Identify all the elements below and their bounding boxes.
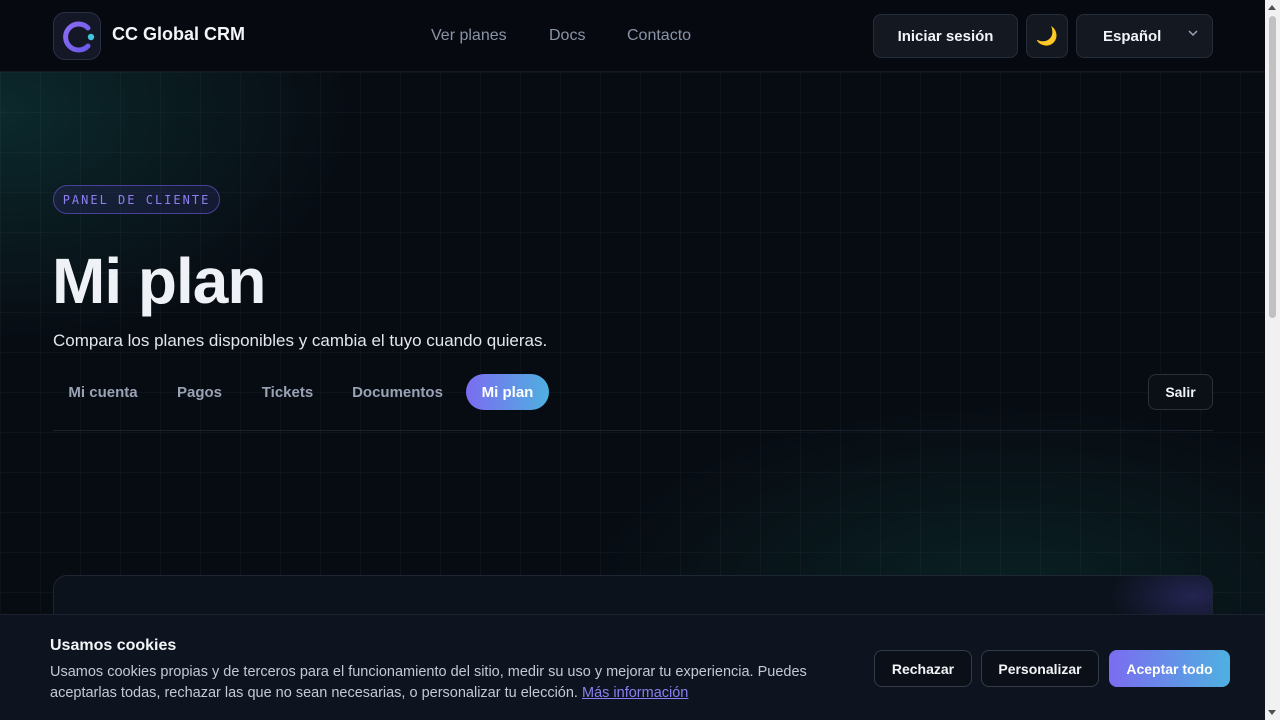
login-button[interactable]: Iniciar sesión bbox=[873, 14, 1018, 58]
cookie-title: Usamos cookies bbox=[50, 637, 177, 654]
cookie-description: Usamos cookies propias y de terceros par… bbox=[50, 664, 807, 701]
cookie-banner: Usamos cookies Usamos cookies propias y … bbox=[0, 614, 1265, 720]
scroll-down-arrow-icon[interactable] bbox=[1268, 710, 1276, 715]
tabs-divider bbox=[53, 430, 1213, 431]
language-label: Español bbox=[1103, 28, 1162, 45]
scrollbar[interactable] bbox=[1265, 0, 1280, 720]
brand-name[interactable]: CC Global CRM bbox=[112, 24, 245, 45]
scroll-up-arrow-icon[interactable] bbox=[1268, 5, 1276, 10]
nav-link-plans[interactable]: Ver planes bbox=[431, 27, 507, 45]
tab-payments[interactable]: Pagos bbox=[162, 374, 237, 410]
tab-tickets[interactable]: Tickets bbox=[247, 374, 328, 410]
cookie-text: Usamos cookies propias y de terceros par… bbox=[50, 662, 850, 704]
page-title: Mi plan bbox=[52, 245, 266, 317]
more-info-link[interactable]: Más información bbox=[582, 685, 688, 701]
accept-cookies-button[interactable]: Aceptar todo bbox=[1109, 650, 1230, 687]
scrollbar-thumb[interactable] bbox=[1269, 16, 1276, 318]
brand-logo[interactable] bbox=[53, 12, 101, 60]
nav-link-docs[interactable]: Docs bbox=[549, 27, 585, 45]
page-subtitle: Compara los planes disponibles y cambia … bbox=[53, 331, 548, 350]
tab-my-plan[interactable]: Mi plan bbox=[466, 374, 549, 410]
theme-toggle-button[interactable]: 🌙 bbox=[1026, 14, 1068, 58]
tab-my-account[interactable]: Mi cuenta bbox=[53, 374, 153, 410]
chevron-down-icon bbox=[1188, 30, 1198, 37]
section-badge: PANEL DE CLIENTE bbox=[53, 185, 220, 214]
nav-link-contact[interactable]: Contacto bbox=[627, 27, 691, 45]
moon-icon: 🌙 bbox=[1035, 25, 1059, 46]
logo-icon bbox=[63, 21, 95, 53]
language-select[interactable]: Español bbox=[1076, 14, 1213, 58]
site-header: CC Global CRM Ver planes Docs Contacto I… bbox=[0, 0, 1265, 72]
logout-button[interactable]: Salir bbox=[1148, 374, 1213, 410]
tab-documents[interactable]: Documentos bbox=[338, 374, 457, 410]
customize-cookies-button[interactable]: Personalizar bbox=[981, 650, 1099, 687]
reject-cookies-button[interactable]: Rechazar bbox=[874, 650, 972, 687]
